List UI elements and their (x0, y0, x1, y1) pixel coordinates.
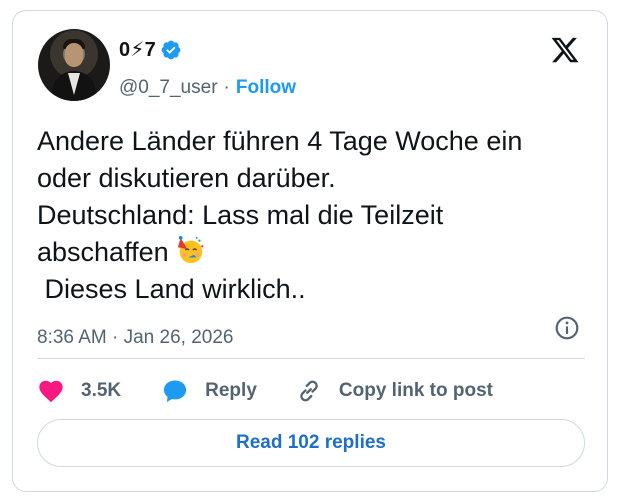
author-name-row: 0⚡7 (119, 37, 182, 62)
x-logo-icon[interactable] (550, 35, 580, 65)
divider (37, 358, 585, 359)
tweet-card: 0⚡7 @0_7_user · Follow Andere Länder füh… (12, 10, 608, 492)
tweet-line-4: abschaffen (37, 237, 177, 267)
tweet-line-2: oder diskutieren darüber. (37, 163, 336, 193)
follow-button[interactable]: Follow (236, 77, 296, 99)
handle[interactable]: @0_7_user (119, 77, 218, 99)
heart-icon (39, 380, 63, 403)
likes-count: 3.5K (81, 380, 122, 401)
action-bar: 3.5K Reply Copy link to post (37, 375, 493, 407)
read-replies-button[interactable]: Read 102 replies (37, 419, 585, 467)
handle-row: @0_7_user · Follow (119, 77, 296, 99)
tweet-line-5: Dieses Land wirklich.. (37, 274, 306, 304)
like-button[interactable]: 3.5K (37, 377, 121, 405)
display-name[interactable]: 0⚡7 (119, 37, 156, 62)
verified-badge-icon (161, 40, 181, 59)
copy-link-label: Copy link to post (338, 380, 493, 401)
info-icon[interactable] (554, 315, 580, 341)
partying-face-emoji-icon (178, 235, 204, 264)
separator: · (223, 77, 230, 98)
link-icon (300, 380, 318, 402)
speech-bubble-icon (164, 380, 187, 403)
avatar[interactable] (38, 29, 110, 101)
reply-button[interactable]: Reply (161, 377, 257, 405)
timestamp[interactable]: 8:36 AM · Jan 26, 2026 (37, 327, 233, 349)
tweet-line-3: Deutschland: Lass mal die Teilzeit (37, 200, 444, 230)
tweet-line-1: Andere Länder führen 4 Tage Woche ein (37, 126, 523, 156)
copy-link-button[interactable]: Copy link to post (295, 377, 493, 405)
tweet-text: Andere Länder führen 4 Tage Woche ein od… (37, 123, 597, 308)
reply-label: Reply (205, 380, 257, 401)
avatar-face (65, 43, 83, 67)
